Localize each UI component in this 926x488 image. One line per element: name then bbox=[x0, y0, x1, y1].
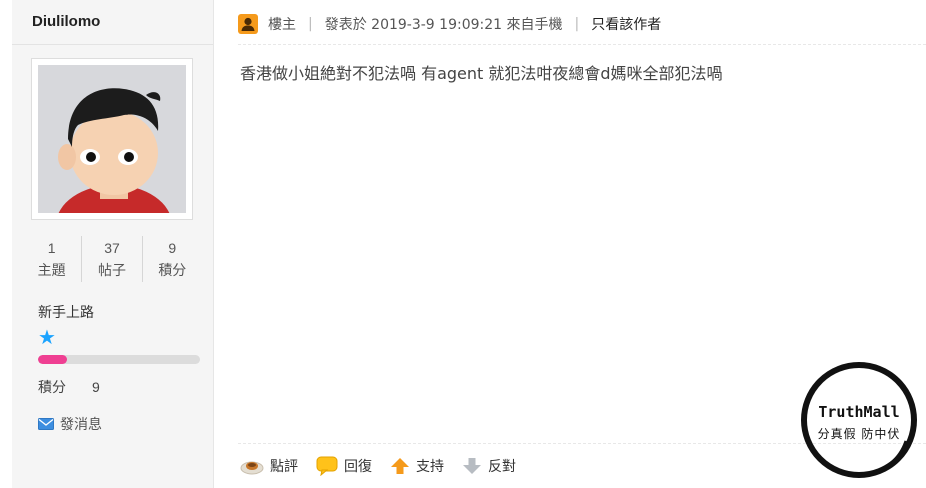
stat-points-label: 積分 bbox=[158, 263, 187, 279]
thread-starter-icon bbox=[238, 14, 258, 34]
posted-time: 發表於 2019-3-9 19:09:21 來自手機 bbox=[324, 17, 563, 33]
send-message-label: 發消息 bbox=[60, 417, 102, 433]
watermark-subtitle: 分真假 防中伏 bbox=[817, 427, 901, 441]
comment-icon bbox=[240, 461, 264, 475]
floor-label: 樓主 bbox=[268, 17, 296, 33]
post-actions: 點評 回復 支持 反對 bbox=[240, 455, 534, 477]
score-label: 積分 bbox=[38, 380, 66, 396]
sidebar-divider bbox=[12, 44, 213, 45]
truthmall-watermark: TruthMall 分真假 防中伏 bbox=[796, 357, 922, 483]
support-label: 支持 bbox=[416, 459, 444, 475]
post-content: 香港做小姐絶對不犯法喎 有agent 就犯法咁夜總會d媽咪全部犯法喎 bbox=[240, 64, 723, 83]
score-row: 積分 9 bbox=[38, 377, 100, 397]
reply-label: 回復 bbox=[344, 459, 372, 475]
comment-button[interactable]: 點評 bbox=[240, 456, 298, 476]
header-separator: | bbox=[308, 16, 313, 32]
support-button[interactable]: 支持 bbox=[390, 456, 444, 476]
stat-points-value: 9 bbox=[168, 240, 177, 256]
avatar[interactable] bbox=[32, 59, 192, 219]
rank-progress-fill bbox=[38, 355, 68, 364]
avatar-image bbox=[38, 65, 186, 213]
stat-threads[interactable]: 1 主題 bbox=[22, 236, 81, 282]
stat-posts-value: 37 bbox=[104, 240, 120, 256]
rank-progress-bar bbox=[38, 355, 200, 364]
send-message-button[interactable]: 發消息 bbox=[38, 414, 102, 434]
star-icon: ★ bbox=[38, 325, 56, 349]
stat-threads-label: 主題 bbox=[37, 263, 66, 279]
comment-label: 點評 bbox=[270, 459, 298, 475]
stat-posts-label: 帖子 bbox=[97, 263, 126, 279]
author-sidebar: Diulilomo 1 主題 37 帖子 9 積分 新手上路 ★ 積分 9 發消… bbox=[12, 0, 214, 488]
thumb-down-arrow-icon bbox=[463, 458, 481, 474]
header-separator: | bbox=[574, 16, 580, 32]
reply-button[interactable]: 回復 bbox=[316, 456, 372, 476]
author-username[interactable]: Diulilomo bbox=[32, 13, 100, 30]
reply-icon bbox=[316, 456, 338, 476]
author-stats: 1 主題 37 帖子 9 積分 bbox=[22, 236, 202, 282]
stat-posts[interactable]: 37 帖子 bbox=[81, 236, 141, 282]
oppose-button[interactable]: 反對 bbox=[462, 456, 516, 476]
envelope-icon bbox=[38, 418, 54, 430]
stat-points[interactable]: 9 積分 bbox=[141, 236, 202, 282]
watermark-title: TruthMall bbox=[818, 403, 900, 421]
stat-threads-value: 1 bbox=[47, 240, 56, 256]
oppose-label: 反對 bbox=[488, 459, 516, 475]
author-only-link[interactable]: 只看該作者 bbox=[591, 14, 661, 34]
header-divider bbox=[238, 44, 926, 45]
post-header: 樓主 | 發表於 2019-3-9 19:09:21 來自手機 | 只看該作者 bbox=[238, 12, 661, 36]
thumb-up-arrow-icon bbox=[391, 458, 409, 474]
user-group-title[interactable]: 新手上路 bbox=[38, 302, 94, 322]
score-value: 9 bbox=[92, 379, 100, 395]
